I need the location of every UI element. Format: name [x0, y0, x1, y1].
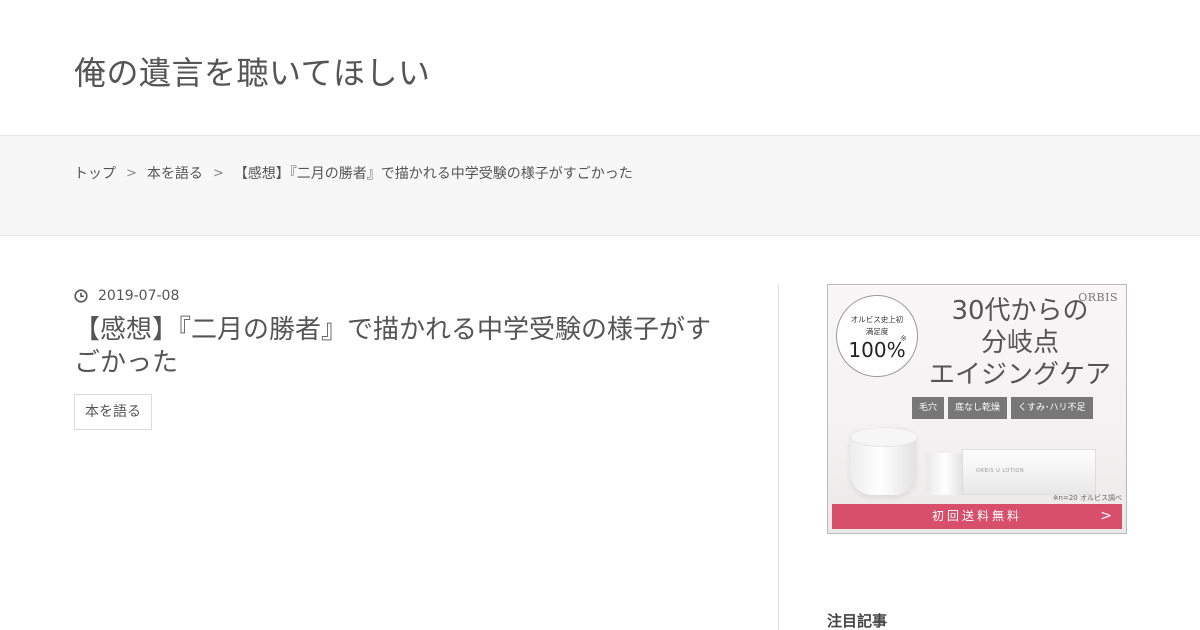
ad-footnote: ※n=20 オルビス調べ	[1052, 494, 1122, 502]
post-date-text: 2019-07-08	[98, 288, 180, 304]
ad-cta-button[interactable]: 初回送料無料 >	[832, 504, 1122, 529]
chevron-right-icon: >	[1100, 508, 1112, 524]
breadcrumb-home-link[interactable]: トップ	[74, 163, 116, 183]
post-title: 【感想】『二月の勝者』で描かれる中学受験の様子がすごかった	[74, 315, 712, 378]
ad-headline-line2: 分岐点	[980, 328, 1059, 358]
ad-tags: 毛穴 底なし乾燥 くすみ･ハリ不足	[912, 397, 1097, 419]
post-date: 2019-07-08	[74, 288, 179, 304]
ad-badge-mark: ※	[900, 334, 907, 343]
ad-headline-line3: エイジングケア	[928, 360, 1111, 390]
ad-product-jar-image	[850, 427, 918, 495]
ad-badge-line1: オルビス史上初	[850, 315, 904, 324]
ad-product-label: ORBIS U LOTION	[976, 468, 1025, 474]
content-divider	[778, 284, 779, 630]
site-title[interactable]: 俺の遺言を聴いてほしい	[74, 48, 431, 94]
ad-satisfaction-badge: オルビス史上初 満足度 100% ※	[836, 295, 918, 377]
ad-tag: 底なし乾燥	[948, 397, 1008, 419]
ad-banner[interactable]: ORBIS オルビス史上初 満足度 100% ※ 30代からの 分岐点 エイジン…	[827, 284, 1127, 534]
site-header: 俺の遺言を聴いてほしい	[0, 0, 1200, 135]
breadcrumb-category-link[interactable]: 本を語る	[147, 163, 203, 183]
ad-headline-line1: 30代からの	[951, 296, 1089, 326]
ad-tag: くすみ･ハリ不足	[1011, 397, 1093, 419]
breadcrumb-current: 【感想】『二月の勝者』で描かれる中学受験の様子がすごかった	[233, 166, 633, 182]
breadcrumb-separator: >	[212, 165, 224, 181]
sidebar-featured-heading: 注目記事	[827, 612, 888, 630]
category-tag[interactable]: 本を語る	[74, 394, 152, 430]
ad-cta-label: 初回送料無料	[931, 509, 1022, 523]
breadcrumb: トップ > 本を語る > 【感想】『二月の勝者』で描かれる中学受験の様子がすごか…	[74, 163, 633, 183]
breadcrumb-bar: トップ > 本を語る > 【感想】『二月の勝者』で描かれる中学受験の様子がすごか…	[0, 135, 1200, 236]
ad-tag: 毛穴	[912, 397, 945, 419]
clock-icon	[74, 289, 88, 303]
ad-product-bottle-cap-image	[926, 453, 964, 495]
breadcrumb-separator: >	[126, 165, 137, 181]
ad-headline: 30代からの 分岐点 エイジングケア	[914, 295, 1126, 391]
